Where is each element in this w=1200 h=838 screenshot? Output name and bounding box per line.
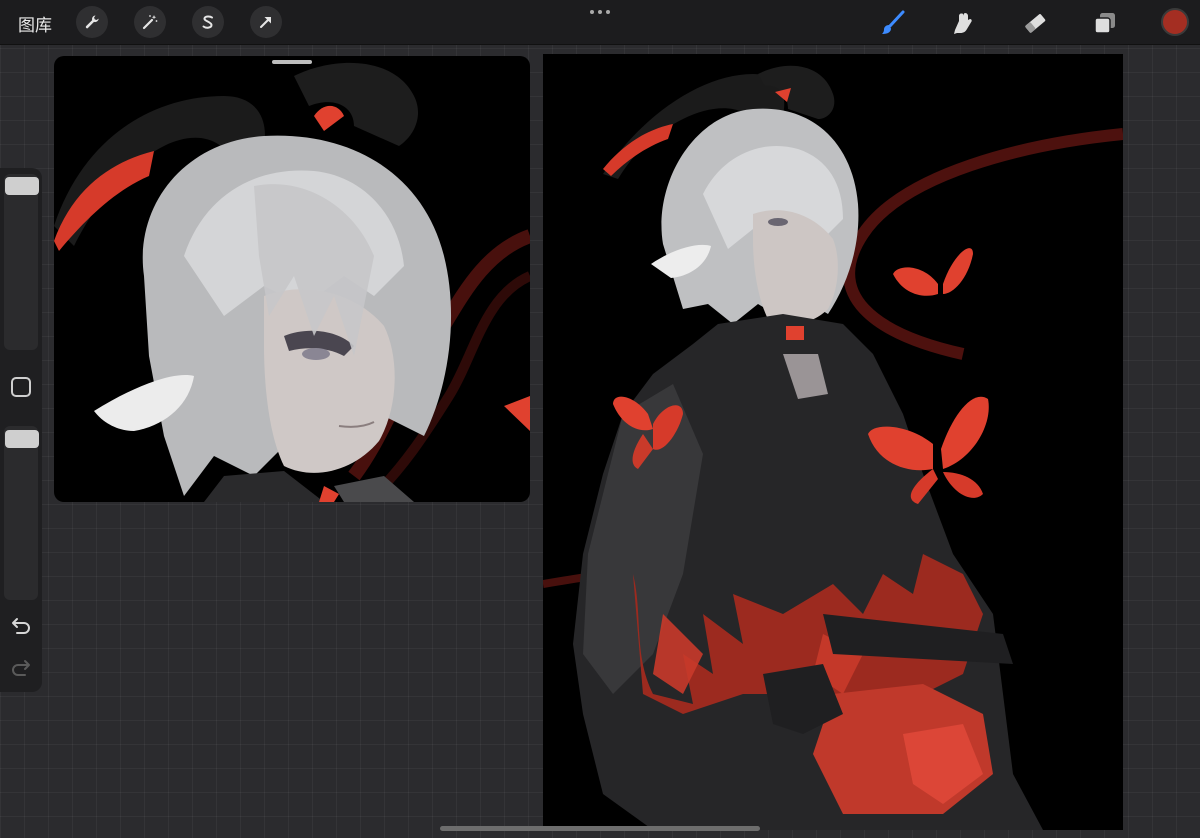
square-modifier-icon[interactable] xyxy=(11,377,31,397)
brush-size-thumb[interactable] xyxy=(5,177,39,195)
actions-button[interactable] xyxy=(76,6,108,38)
main-artwork xyxy=(543,65,1123,830)
layers-icon xyxy=(1094,13,1115,34)
brush-icon xyxy=(882,10,905,34)
reference-artwork-panel[interactable] xyxy=(54,56,530,502)
brush-tool-button[interactable] xyxy=(876,6,910,40)
reference-artwork-closeup xyxy=(54,62,530,502)
panel-drag-handle[interactable] xyxy=(272,60,312,64)
horizontal-scrollbar[interactable] xyxy=(440,826,760,831)
adjustments-button[interactable] xyxy=(134,6,166,38)
transform-arrow-icon xyxy=(260,17,271,28)
eraser-tool-button[interactable] xyxy=(1018,6,1052,40)
selection-s-icon xyxy=(202,15,213,29)
wrench-icon xyxy=(85,15,99,29)
redo-icon[interactable] xyxy=(9,656,33,680)
smudge-tool-button[interactable] xyxy=(946,6,980,40)
left-sidebar xyxy=(0,168,42,692)
main-artwork-panel[interactable] xyxy=(543,54,1123,830)
butterfly-top xyxy=(893,248,973,296)
more-options-button[interactable] xyxy=(584,4,616,20)
selection-button[interactable] xyxy=(192,6,224,38)
smudge-icon xyxy=(954,13,972,34)
color-picker-button[interactable] xyxy=(1161,8,1189,36)
transform-button[interactable] xyxy=(250,6,282,38)
opacity-slider[interactable] xyxy=(4,426,38,600)
opacity-thumb[interactable] xyxy=(5,430,39,448)
eraser-icon xyxy=(1025,14,1046,33)
brush-size-slider[interactable] xyxy=(4,174,38,350)
undo-icon[interactable] xyxy=(9,614,33,638)
magic-wand-icon xyxy=(142,15,158,30)
top-toolbar: 图库 xyxy=(0,0,1200,45)
ellipsis-icon xyxy=(590,10,610,14)
layers-button[interactable] xyxy=(1088,6,1122,40)
gallery-button[interactable]: 图库 xyxy=(18,11,52,36)
